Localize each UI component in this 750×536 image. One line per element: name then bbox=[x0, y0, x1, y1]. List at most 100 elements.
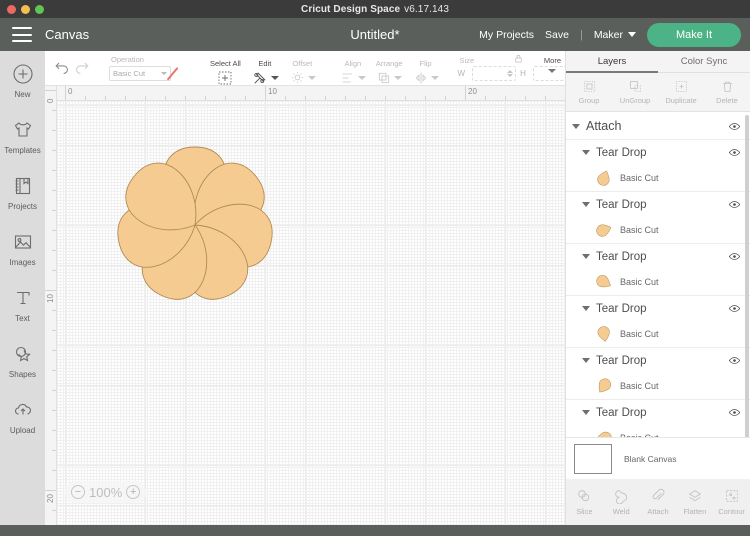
height-label: H bbox=[520, 69, 526, 78]
sidebar-item-text[interactable]: Text bbox=[0, 284, 45, 340]
sidebar-item-shapes[interactable]: Shapes bbox=[0, 340, 45, 396]
make-it-button[interactable]: Make It bbox=[647, 23, 741, 47]
eye-icon[interactable] bbox=[728, 146, 741, 159]
operation-color-swatch[interactable] bbox=[175, 66, 191, 81]
window-title: Cricut Design Spacev6.17.143 bbox=[0, 4, 750, 15]
zoom-control: − 100% + bbox=[65, 481, 146, 503]
flatten-button[interactable]: Flatten bbox=[676, 488, 713, 516]
chevron-down-icon bbox=[358, 76, 366, 80]
sidebar-item-projects[interactable]: Projects bbox=[0, 172, 45, 228]
layer-child-row[interactable]: Basic Cut bbox=[566, 217, 750, 243]
layer-row[interactable]: Tear Drop bbox=[566, 191, 750, 217]
paperclip-icon bbox=[650, 488, 666, 504]
layers-panel: Layers Color Sync Group UnGroup Duplicat… bbox=[565, 51, 750, 525]
weld-button[interactable]: Weld bbox=[603, 488, 640, 516]
width-input[interactable] bbox=[472, 66, 516, 81]
offset-button[interactable]: Offset bbox=[284, 56, 321, 88]
layer-row[interactable]: Tear Drop bbox=[566, 347, 750, 373]
attach-button[interactable]: Attach bbox=[640, 488, 677, 516]
sidebar-item-images[interactable]: Images bbox=[0, 228, 45, 284]
layers-scrollbar[interactable] bbox=[745, 115, 749, 445]
flower-shape[interactable] bbox=[57, 101, 565, 525]
more-button[interactable]: More bbox=[544, 56, 561, 73]
layer-child-row[interactable]: Basic Cut bbox=[566, 165, 750, 191]
offset-icon bbox=[289, 68, 316, 88]
my-projects-link[interactable]: My Projects bbox=[479, 29, 534, 41]
disclosure-triangle-icon[interactable] bbox=[582, 254, 590, 259]
eye-icon[interactable] bbox=[728, 120, 741, 133]
lock-aspect-icon[interactable] bbox=[513, 53, 524, 64]
layer-operation-name: Basic Cut bbox=[620, 225, 659, 235]
sidebar-item-upload[interactable]: Upload bbox=[0, 396, 45, 452]
operation-value: Basic Cut bbox=[113, 69, 145, 78]
sidebar-item-new[interactable]: New bbox=[0, 60, 45, 116]
layer-child-row[interactable]: Basic Cut bbox=[566, 321, 750, 347]
disclosure-triangle-icon[interactable] bbox=[582, 306, 590, 311]
size-label: Size bbox=[460, 56, 475, 65]
width-stepper[interactable] bbox=[507, 70, 513, 77]
zoom-in-button[interactable]: + bbox=[126, 485, 140, 499]
window-title-text: Cricut Design Space bbox=[301, 4, 400, 15]
menu-hamburger-icon[interactable] bbox=[12, 27, 32, 42]
machine-selector[interactable]: Maker bbox=[594, 29, 636, 41]
layer-thumbnail bbox=[594, 272, 614, 292]
redo-icon[interactable] bbox=[72, 58, 92, 78]
eye-icon[interactable] bbox=[728, 250, 741, 263]
arrange-button[interactable]: Arrange bbox=[371, 56, 408, 88]
teardrop-thumbnail bbox=[594, 220, 614, 240]
group-label: Group bbox=[579, 96, 600, 105]
operation-select[interactable]: Basic Cut bbox=[109, 66, 171, 81]
tab-color-sync[interactable]: Color Sync bbox=[658, 51, 750, 73]
arrange-label: Arrange bbox=[376, 59, 403, 68]
disclosure-triangle-icon[interactable] bbox=[582, 410, 590, 415]
contour-button[interactable]: Contour bbox=[713, 488, 750, 516]
disclosure-triangle-icon[interactable] bbox=[582, 358, 590, 363]
flip-button[interactable]: Flip bbox=[408, 56, 444, 88]
layer-row[interactable]: Tear Drop bbox=[566, 399, 750, 425]
blank-canvas-row[interactable]: Blank Canvas bbox=[566, 437, 750, 479]
window-controls[interactable] bbox=[7, 0, 44, 18]
save-button[interactable]: Save bbox=[545, 29, 569, 41]
disclosure-triangle-icon[interactable] bbox=[572, 124, 580, 129]
zoom-out-button[interactable]: − bbox=[71, 485, 85, 499]
panel-bottom-tools: Slice Weld Attach Flatten Contou bbox=[566, 479, 750, 525]
width-label: W bbox=[458, 69, 466, 78]
tab-layers[interactable]: Layers bbox=[566, 51, 658, 73]
disclosure-triangle-icon[interactable] bbox=[582, 202, 590, 207]
sidebar-item-templates[interactable]: Templates bbox=[0, 116, 45, 172]
machine-label: Maker bbox=[594, 29, 623, 41]
slice-button[interactable]: Slice bbox=[566, 488, 603, 516]
layer-child-row[interactable]: Basic Cut bbox=[566, 269, 750, 295]
disclosure-triangle-icon[interactable] bbox=[582, 150, 590, 155]
design-canvas[interactable]: − 100% + bbox=[57, 101, 565, 525]
layer-child-row[interactable]: Basic Cut bbox=[566, 373, 750, 399]
select-all-button[interactable]: Select All bbox=[205, 56, 246, 88]
eye-icon[interactable] bbox=[728, 198, 741, 211]
notebook-icon bbox=[9, 172, 37, 200]
shirt-icon bbox=[9, 116, 37, 144]
ungroup-button[interactable]: UnGroup bbox=[612, 73, 658, 111]
eye-icon[interactable] bbox=[728, 406, 741, 419]
duplicate-label: Duplicate bbox=[665, 96, 696, 105]
delete-button[interactable]: Delete bbox=[704, 73, 750, 111]
close-button[interactable] bbox=[7, 5, 16, 14]
maximize-button[interactable] bbox=[35, 5, 44, 14]
layer-operation-name: Basic Cut bbox=[620, 329, 659, 339]
layer-row[interactable]: Tear Drop bbox=[566, 243, 750, 269]
blank-canvas-swatch[interactable] bbox=[574, 444, 612, 474]
weld-label: Weld bbox=[613, 507, 630, 516]
undo-icon[interactable] bbox=[52, 58, 72, 78]
layer-row[interactable]: Tear Drop bbox=[566, 295, 750, 321]
minimize-button[interactable] bbox=[21, 5, 30, 14]
layer-group-attach[interactable]: Attach bbox=[566, 113, 750, 139]
group-button[interactable]: Group bbox=[566, 73, 612, 111]
duplicate-button[interactable]: Duplicate bbox=[658, 73, 704, 111]
canvas-label: Canvas bbox=[45, 27, 89, 42]
edit-button[interactable]: Edit bbox=[246, 56, 284, 88]
layer-row[interactable]: Tear Drop bbox=[566, 139, 750, 165]
eye-icon[interactable] bbox=[728, 302, 741, 315]
layers-list[interactable]: AttachTear DropBasic CutTear DropBasic C… bbox=[566, 113, 750, 456]
eye-icon[interactable] bbox=[728, 354, 741, 367]
sidebar-label-upload: Upload bbox=[10, 426, 35, 435]
align-button[interactable]: Align bbox=[335, 56, 371, 88]
